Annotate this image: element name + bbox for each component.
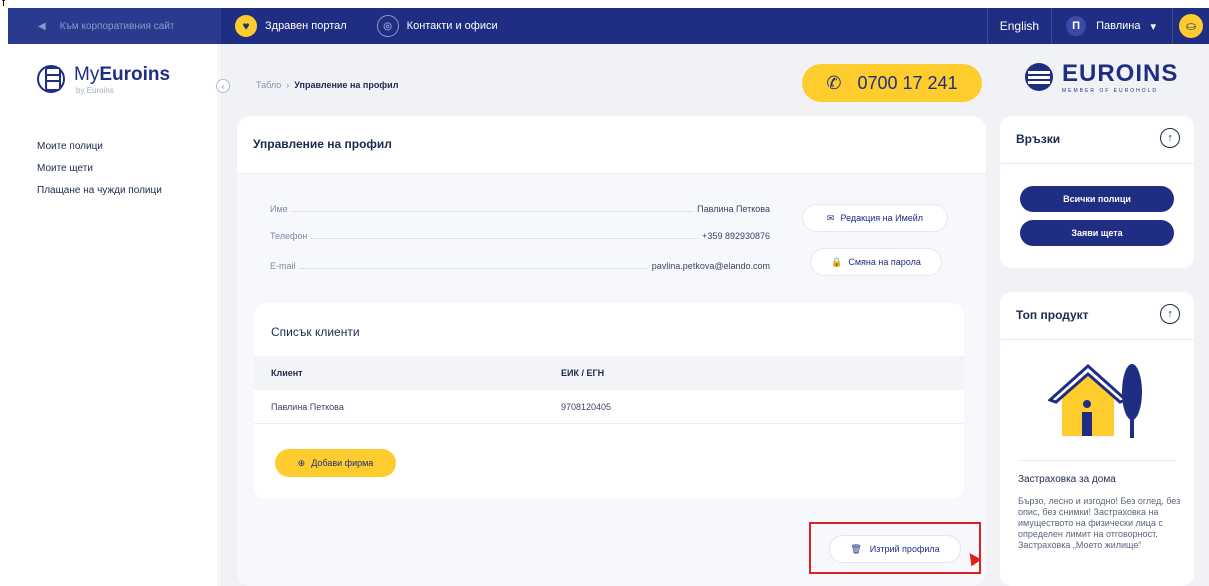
name-row: Име Павлина Петкова — [270, 204, 770, 214]
mouse-cursor-icon — [964, 549, 982, 567]
location-pin-icon: ◎ — [376, 15, 399, 37]
links-card: Връзки ↑ Всички полици Заяви щета — [1000, 116, 1194, 268]
breadcrumb: Табло › Управление на профил — [256, 80, 398, 90]
phone-row: Телефон +359 892930876 — [270, 231, 770, 241]
clients-list-title: Списък клиенти — [271, 325, 360, 339]
logo-subtitle: by Euroins — [76, 85, 114, 95]
euroins-name: EUROINS — [1062, 60, 1179, 87]
sidebar-item-my-policies[interactable]: Моите полици — [37, 141, 162, 163]
euroins-globe-icon — [1025, 63, 1053, 91]
delete-profile-highlight: 🗑 Изтрий профила — [809, 522, 982, 574]
back-arrow-icon: ◀ — [38, 20, 46, 32]
user-name: Павлина — [1096, 20, 1141, 32]
add-firm-label: Добави фирма — [311, 458, 374, 468]
cart-button[interactable]: ⛀ — [1173, 8, 1209, 44]
myeuroins-logo[interactable]: MyEuroins by Euroins — [36, 62, 170, 96]
top-nav: ♥ Здравен портал ◎ Контакти и офиси — [235, 8, 498, 44]
chevron-left-icon: ‹ — [221, 81, 225, 91]
top-product-card: Топ продукт ↑ Застраховка за дома Бързо,… — [1000, 292, 1194, 586]
change-password-label: Смяна на парола — [848, 257, 921, 267]
sidebar-item-my-claims[interactable]: Моите щети — [37, 163, 162, 185]
product-name[interactable]: Застраховка за дома — [1018, 474, 1116, 485]
client-name-cell: Павлина Петкова — [271, 402, 344, 412]
top-navigation-bar: ◀ Към корпоративния сайт ♥ Здравен порта… — [8, 8, 1209, 44]
cart-icon: ⛀ — [1179, 14, 1203, 38]
breadcrumb-separator: › — [286, 80, 290, 90]
table-row[interactable]: Павлина Петкова 9708120405 — [254, 390, 964, 424]
email-row: E-mail pavlina.petkova@elando.com — [270, 261, 770, 271]
edit-email-button[interactable]: ✉ Редакция на Имейл — [802, 204, 948, 232]
product-description: Бързо, лесно и изгодно! Без оглед, без о… — [1018, 496, 1181, 550]
contacts-link[interactable]: Контакти и офиси — [407, 20, 498, 32]
chevron-down-icon: ▾ — [1150, 20, 1156, 33]
top-product-header: Топ продукт ↑ — [1000, 292, 1194, 340]
client-id-cell: 9708120405 — [561, 402, 612, 412]
links-card-header: Връзки ↑ — [1000, 116, 1194, 164]
corporate-site-label: Към корпоративния сайт — [59, 20, 175, 32]
email-edit-icon: ✉ — [826, 212, 835, 223]
language-switch[interactable]: English — [988, 19, 1051, 33]
breadcrumb-root[interactable]: Табло — [256, 80, 281, 90]
sidebar: MyEuroins by Euroins Моите полици Моите … — [8, 44, 219, 586]
top-product-title: Топ продукт — [1016, 308, 1089, 322]
myeuroins-logo-icon — [37, 65, 65, 93]
lock-icon: 🔒 — [831, 256, 843, 267]
avatar: П — [1066, 16, 1087, 36]
trash-icon: 🗑 — [850, 543, 862, 554]
phone-button[interactable]: ✆ 0700 17 241 — [802, 64, 982, 102]
email-label: E-mail — [270, 261, 296, 271]
profile-card: Управление на профил Име Павлина Петкова… — [237, 116, 986, 586]
email-value: pavlina.petkova@elando.com — [651, 261, 770, 271]
top-strip-text: f — [2, 0, 6, 9]
sidebar-menu: Моите полици Моите щети Плащане на чужди… — [37, 141, 162, 207]
collapse-sidebar-button[interactable]: ‹ — [216, 79, 230, 93]
sidebar-item-pay-other-policies[interactable]: Плащане на чужди полици — [37, 185, 162, 207]
heart-icon: ♥ — [235, 15, 257, 37]
top-strip: f — [0, 0, 1209, 9]
main-content: Табло › Управление на профил ✆ 0700 17 2… — [220, 44, 1209, 586]
collapse-up-icon[interactable]: ↑ — [1160, 128, 1180, 148]
euroins-tagline: MEMBER OF EUROHOLD — [1062, 88, 1159, 94]
name-value: Павлина Петкова — [697, 204, 770, 214]
column-header-id: ЕИК / ЕГН — [561, 368, 605, 378]
phone-label: Телефон — [270, 231, 308, 241]
all-policies-button[interactable]: Всички полици — [1020, 186, 1174, 212]
links-card-title: Връзки — [1016, 132, 1061, 146]
top-right-controls: English П Павлина ▾ ⛀ — [986, 8, 1209, 44]
house-illustration-icon — [1048, 363, 1142, 438]
phone-number: 0700 17 241 — [857, 72, 958, 93]
delete-profile-label: Изтрий профила — [869, 544, 940, 554]
corporate-site-link[interactable]: ◀ Към корпоративния сайт — [8, 8, 221, 44]
euroins-brand: EUROINS MEMBER OF EUROHOLD — [1024, 60, 1178, 94]
clients-table-header: Клиент ЕИК / ЕГН — [254, 356, 964, 390]
phone-icon: ✆ — [826, 72, 842, 93]
collapse-up-icon[interactable]: ↑ — [1160, 304, 1180, 324]
edit-email-label: Редакция на Имейл — [840, 213, 924, 223]
profile-card-title: Управление на профил — [237, 116, 986, 174]
name-label: Име — [270, 204, 288, 214]
phone-value: +359 892930876 — [702, 231, 770, 241]
health-portal-link[interactable]: Здравен портал — [265, 20, 347, 32]
add-user-icon: ⊕ — [297, 457, 306, 468]
report-claim-button[interactable]: Заяви щета — [1020, 220, 1174, 246]
column-header-client: Клиент — [271, 368, 303, 378]
clients-list-card: Списък клиенти Клиент ЕИК / ЕГН Павлина … — [254, 303, 964, 499]
delete-profile-button[interactable]: 🗑 Изтрий профила — [829, 535, 961, 563]
logo-text-light: My — [74, 63, 100, 85]
logo-text-bold: Euroins — [99, 63, 171, 85]
add-firm-button[interactable]: ⊕ Добави фирма — [275, 449, 396, 477]
user-menu[interactable]: П Павлина ▾ — [1052, 16, 1172, 36]
change-password-button[interactable]: 🔒 Смяна на парола — [810, 248, 942, 276]
breadcrumb-current: Управление на профил — [294, 80, 399, 90]
